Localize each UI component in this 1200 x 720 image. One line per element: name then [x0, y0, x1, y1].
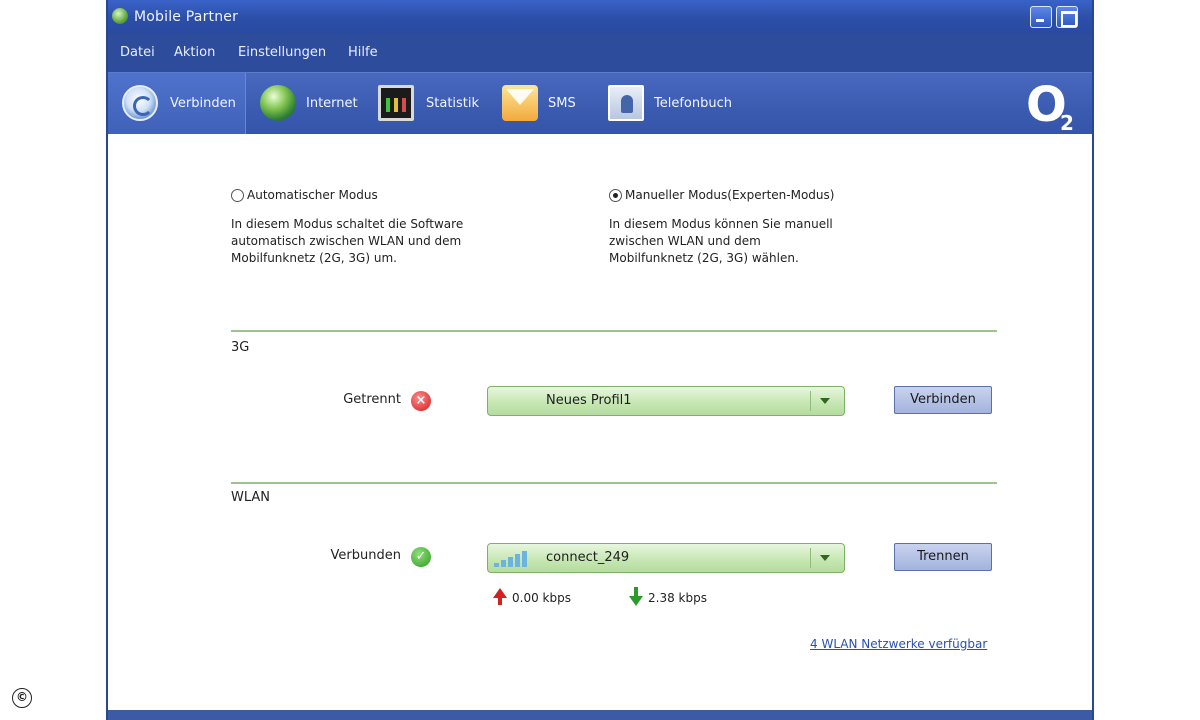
- chevron-down-icon[interactable]: [810, 548, 838, 568]
- o2-logo: O2: [1026, 77, 1074, 135]
- 3g-status-text: Getrennt: [343, 392, 401, 407]
- download-rate: 2.38 kbps: [628, 587, 707, 608]
- automatic-mode-radio[interactable]: [231, 188, 244, 202]
- mobile-partner-window: Mobile Partner Datei Aktion Einstellunge…: [106, 0, 1094, 720]
- phonebook-icon: [608, 85, 644, 121]
- automatic-mode-option[interactable]: Automatischer Modus: [231, 188, 378, 202]
- window-bottom-border: [108, 710, 1092, 720]
- manual-mode-description: In diesem Modus können Sie manuell zwisc…: [609, 217, 833, 265]
- minimize-button[interactable]: [1030, 6, 1052, 28]
- manual-mode-radio[interactable]: [609, 188, 622, 202]
- manual-mode-label: Manueller Modus(Experten-Modus): [625, 188, 835, 202]
- download-arrow-icon: [628, 587, 644, 608]
- screenshot-stage: Mobile Partner Datei Aktion Einstellunge…: [0, 0, 1200, 720]
- signal-strength-icon: [494, 551, 532, 567]
- app-icon: [112, 8, 128, 24]
- menu-hilfe[interactable]: Hilfe: [348, 45, 378, 60]
- title-bar: Mobile Partner: [108, 0, 1092, 34]
- maximize-button[interactable]: [1056, 6, 1078, 28]
- toolbar-verbinden-label: Verbinden: [170, 96, 236, 111]
- connect-icon: [122, 85, 158, 121]
- toolbar-verbinden[interactable]: Verbinden: [108, 73, 246, 135]
- divider-wlan: [231, 482, 997, 484]
- automatic-mode-label: Automatischer Modus: [247, 188, 378, 202]
- download-rate-value: 2.38 kbps: [648, 591, 707, 605]
- wlan-network-value: connect_249: [546, 550, 630, 565]
- 3g-connect-button[interactable]: Verbinden: [894, 386, 992, 414]
- copyright-icon: ©: [12, 688, 32, 708]
- 3g-profile-dropdown[interactable]: Neues Profil1: [487, 386, 845, 416]
- wlan-disconnect-button[interactable]: Trennen: [894, 543, 992, 571]
- menu-bar: Datei Aktion Einstellungen Hilfe: [108, 34, 1092, 72]
- statistics-icon: [378, 85, 414, 121]
- toolbar: Verbinden Internet Statistik SMS Telefon…: [108, 72, 1092, 135]
- divider-3g: [231, 330, 997, 332]
- error-icon: ×: [411, 391, 431, 411]
- automatic-mode-description: In diesem Modus schaltet die Software au…: [231, 217, 464, 265]
- globe-icon: [260, 85, 296, 121]
- toolbar-internet-label: Internet: [306, 96, 358, 111]
- upload-rate: 0.00 kbps: [492, 588, 571, 608]
- toolbar-telefonbuch[interactable]: Telefonbuch: [606, 73, 746, 135]
- toolbar-telefonbuch-label: Telefonbuch: [654, 96, 732, 111]
- toolbar-statistik-label: Statistik: [426, 96, 480, 111]
- wlan-status-text: Verbunden: [330, 548, 401, 563]
- toolbar-internet[interactable]: Internet: [248, 73, 358, 135]
- menu-datei[interactable]: Datei: [120, 45, 155, 60]
- section-wlan-title: WLAN: [231, 490, 271, 505]
- toolbar-sms-label: SMS: [548, 96, 576, 111]
- menu-einstellungen[interactable]: Einstellungen: [238, 45, 326, 60]
- menu-aktion[interactable]: Aktion: [174, 45, 215, 60]
- section-3g-title: 3G: [231, 340, 250, 355]
- success-icon: ✓: [411, 547, 431, 567]
- sms-envelope-icon: [502, 85, 538, 121]
- toolbar-sms[interactable]: SMS: [500, 73, 590, 135]
- upload-rate-value: 0.00 kbps: [512, 591, 571, 605]
- main-content: Automatischer Modus In diesem Modus scha…: [108, 134, 1092, 710]
- window-title: Mobile Partner: [134, 9, 239, 25]
- available-networks-link[interactable]: 4 WLAN Netzwerke verfügbar: [810, 637, 987, 651]
- manual-mode-option[interactable]: Manueller Modus(Experten-Modus): [609, 188, 834, 202]
- 3g-profile-value: Neues Profil1: [546, 393, 632, 408]
- toolbar-statistik[interactable]: Statistik: [374, 73, 484, 135]
- chevron-down-icon[interactable]: [810, 391, 838, 411]
- upload-arrow-icon: [492, 588, 508, 608]
- wlan-network-dropdown[interactable]: connect_249: [487, 543, 845, 573]
